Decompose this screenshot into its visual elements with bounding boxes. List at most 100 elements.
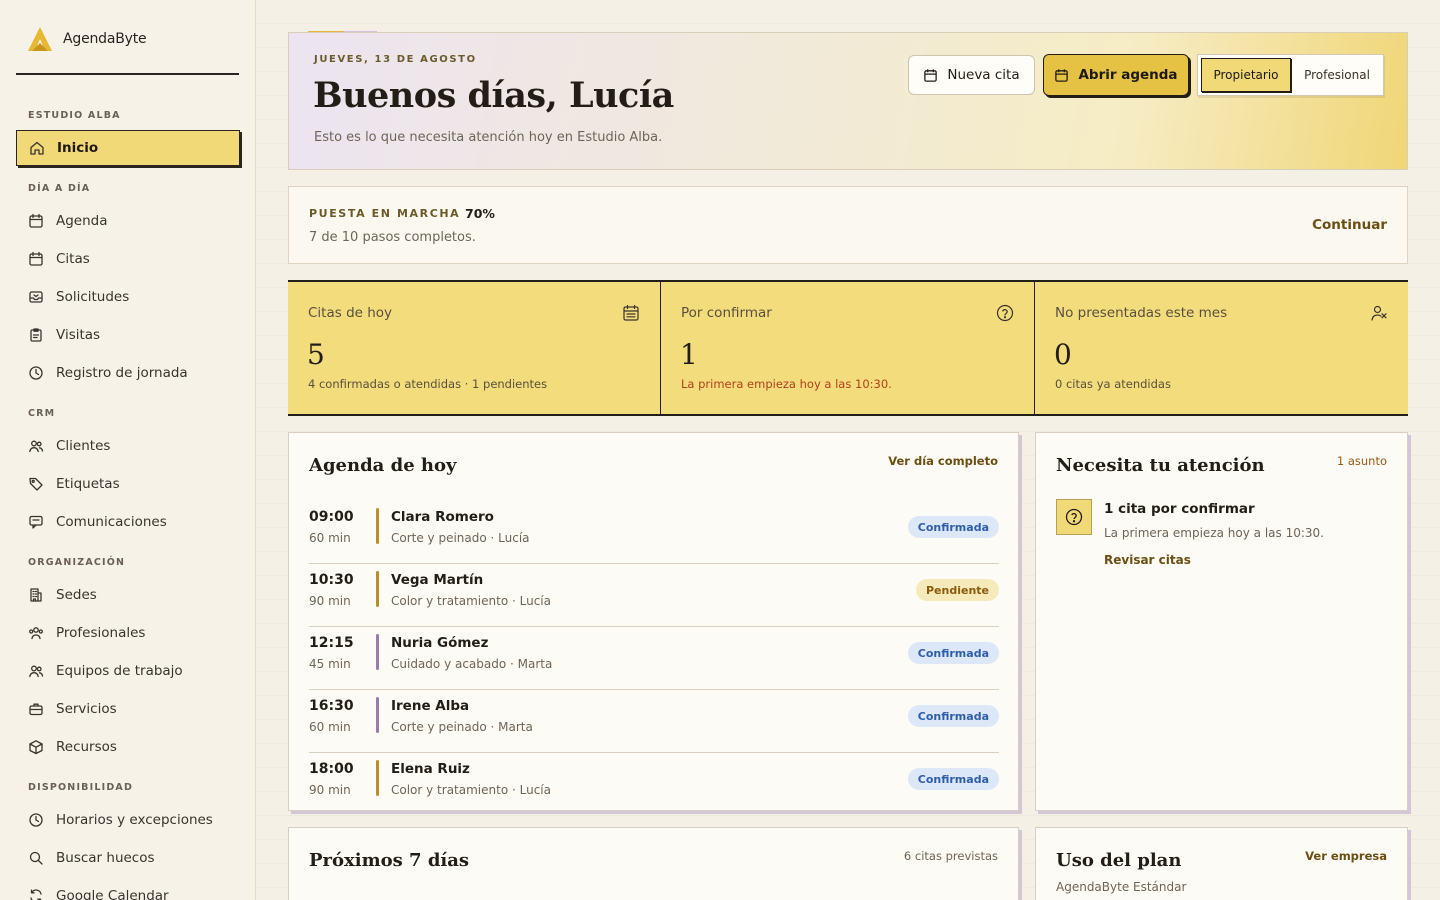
continue-setup-link[interactable]: Continuar	[1312, 217, 1387, 233]
inbox-icon	[29, 291, 43, 303]
stats-strip: Citas de hoy 5 4 confirmadas o atendidas ·…	[288, 280, 1408, 416]
main-content: JUEVES, 13 DE AGOSTO Buenos días, Lucía …	[256, 0, 1440, 900]
new-appointment-button[interactable]: Nueva cita	[908, 55, 1035, 95]
view-full-day-link[interactable]: Ver día completo	[888, 454, 998, 468]
sidebar-item-label: Equipos de trabajo	[56, 663, 183, 679]
sidebar: AgendaByte ESTUDIO ALBA Inicio DÍA A DÍA Ag…	[0, 0, 256, 900]
appointment-row[interactable]: 12:15 45 min Nuria Gómez Cuidado y acabado …	[309, 627, 999, 690]
stat-card: No presentadas este mes 0 0 citas ya atend…	[1035, 282, 1408, 414]
appointment-row[interactable]: 09:00 60 min Clara Romero Corte y peinado ·…	[309, 501, 999, 564]
sidebar-item-servicios[interactable]: Servicios	[16, 691, 240, 727]
appointment-time: 16:30	[309, 698, 354, 714]
open-agenda-button[interactable]: Abrir agenda	[1043, 54, 1189, 96]
appointment-duration: 60 min	[309, 531, 351, 545]
users-icon	[29, 665, 44, 678]
calendar-icon	[29, 213, 43, 228]
appointment-row[interactable]: 10:30 90 min Vega Martín Color y tratamient…	[309, 564, 999, 627]
building-icon	[30, 588, 42, 602]
calendar-icon	[1055, 68, 1069, 82]
page-title: Buenos días, Lucía	[313, 75, 674, 116]
sidebar-item-label: Google Calendar	[56, 888, 169, 900]
hero-subtitle: Esto es lo que necesita atención hoy en …	[314, 130, 663, 145]
appointment-time: 10:30	[309, 572, 354, 588]
appointment-row[interactable]: 16:30 60 min Irene Alba Corte y peinado · M…	[309, 690, 999, 753]
sidebar-item-registro-de-jornada[interactable]: Registro de jornada	[16, 355, 240, 391]
calendar-list-icon	[623, 304, 639, 321]
sidebar-item-etiquetas[interactable]: Etiquetas	[16, 466, 240, 502]
users-icon	[29, 440, 44, 453]
current-date: JUEVES, 13 DE AGOSTO	[314, 54, 477, 65]
sidebar-item-label: Horarios y excepciones	[56, 812, 213, 828]
stat-card: Citas de hoy 5 4 confirmadas o atendidas ·…	[288, 282, 661, 414]
role-owner-option[interactable]: Propietario	[1201, 58, 1291, 92]
sidebar-item-label: Clientes	[56, 438, 111, 454]
sidebar-item-clientes[interactable]: Clientes	[16, 428, 240, 464]
professional-color-bar	[376, 571, 379, 607]
appointment-time: 18:00	[309, 761, 354, 777]
sidebar-item-comunicaciones[interactable]: Comunicaciones	[16, 504, 240, 540]
upcoming-count: 6 citas previstas	[903, 849, 998, 863]
sidebar-item-solicitudes[interactable]: Solicitudes	[16, 279, 240, 315]
sidebar-item-label: Solicitudes	[56, 289, 130, 305]
sidebar-item-google-calendar[interactable]: Google Calendar	[16, 878, 240, 900]
stat-label: No presentadas este mes	[1055, 305, 1228, 321]
professional-color-bar	[376, 697, 379, 733]
view-company-link[interactable]: Ver empresa	[1305, 849, 1387, 863]
attention-count: 1 asunto	[1336, 454, 1387, 468]
sidebar-item-label: Citas	[56, 251, 90, 267]
stat-label: Citas de hoy	[308, 305, 393, 321]
appointment-duration: 60 min	[309, 720, 351, 734]
sidebar-item-label: Sedes	[56, 587, 97, 603]
sidebar-item-horarios-y-excepciones[interactable]: Horarios y excepciones	[16, 802, 240, 838]
role-professional-option[interactable]: Profesional	[1295, 58, 1379, 92]
sidebar-divider	[16, 73, 239, 75]
stat-value: 1	[680, 338, 698, 371]
sidebar-item-equipos-de-trabajo[interactable]: Equipos de trabajo	[16, 653, 240, 689]
setup-label: PUESTA EN MARCHA	[309, 207, 461, 220]
open-agenda-label: Abrir agenda	[1078, 67, 1178, 83]
clipboard-icon	[30, 328, 42, 342]
sidebar-item-label: Comunicaciones	[56, 514, 167, 530]
setup-progress-card: PUESTA EN MARCHA 70% 7 de 10 pasos compl…	[288, 186, 1408, 264]
plan-name: AgendaByte Estándar	[1056, 880, 1187, 894]
attention-item-subtitle: La primera empieza hoy a las 10:30.	[1104, 526, 1324, 540]
stat-note: 0 citas ya atendidas	[1055, 377, 1171, 391]
user-x-icon	[1371, 305, 1387, 321]
clock-icon	[29, 366, 43, 380]
message-icon	[29, 515, 43, 529]
sidebar-item-citas[interactable]: Citas	[16, 241, 240, 277]
agendabyte-logo-icon	[28, 27, 52, 51]
brand[interactable]: AgendaByte	[27, 25, 147, 53]
sidebar-item-label: Servicios	[56, 701, 117, 717]
review-appointments-link[interactable]: Revisar citas	[1104, 553, 1191, 567]
appointment-duration: 45 min	[309, 657, 351, 671]
appointment-client: Clara Romero	[391, 509, 494, 525]
appointment-service: Corte y peinado · Marta	[391, 720, 533, 734]
brand-name: AgendaByte	[63, 31, 147, 47]
help-circle-icon	[1065, 508, 1083, 526]
stat-label: Por confirmar	[681, 305, 772, 321]
sidebar-item-inicio[interactable]: Inicio	[16, 130, 240, 166]
stat-value: 5	[307, 338, 325, 371]
clock-icon	[29, 813, 43, 827]
sidebar-item-sedes[interactable]: Sedes	[16, 577, 240, 613]
nav-section-title: ESTUDIO ALBA	[28, 110, 121, 121]
appointment-duration: 90 min	[309, 783, 351, 797]
appointment-service: Corte y peinado · Lucía	[391, 531, 530, 545]
sidebar-item-agenda[interactable]: Agenda	[16, 203, 240, 239]
upcoming-week-card: Próximos 7 días 6 citas previstas	[288, 827, 1019, 900]
appointment-time: 09:00	[309, 509, 354, 525]
appointment-row[interactable]: 18:00 90 min Elena Ruiz Color y tratamiento…	[309, 753, 999, 816]
help-circle-icon	[996, 304, 1014, 322]
sidebar-item-recursos[interactable]: Recursos	[16, 729, 240, 765]
attention-card: Necesita tu atención 1 asunto 1 cita por…	[1035, 432, 1408, 811]
calendar-icon	[29, 251, 43, 266]
sidebar-item-label: Registro de jornada	[56, 365, 188, 381]
sidebar-item-buscar-huecos[interactable]: Buscar huecos	[16, 840, 240, 876]
attention-item-title: 1 cita por confirmar	[1104, 501, 1255, 517]
appointment-client: Vega Martín	[391, 572, 484, 588]
sidebar-item-profesionales[interactable]: Profesionales	[16, 615, 240, 651]
sidebar-item-visitas[interactable]: Visitas	[16, 317, 240, 353]
appointment-duration: 90 min	[309, 594, 351, 608]
appointment-service: Color y tratamiento · Lucía	[391, 594, 551, 608]
